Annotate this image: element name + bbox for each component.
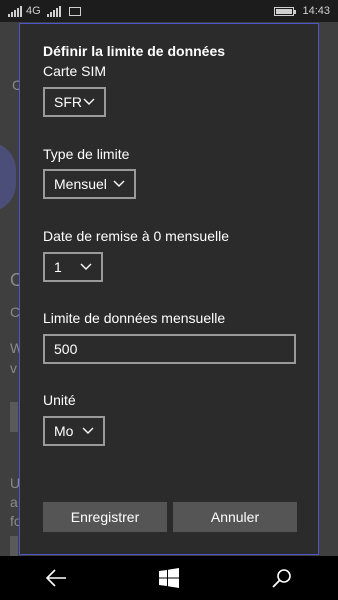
status-bar: 4G 14:43 xyxy=(0,0,338,22)
unit-value: Mo xyxy=(54,423,74,439)
chevron-down-icon xyxy=(113,180,125,187)
unit-select[interactable]: Mo xyxy=(43,416,105,446)
cancel-button[interactable]: Annuler xyxy=(173,502,297,532)
reset-date-select[interactable]: 1 xyxy=(43,252,103,282)
back-arrow-icon xyxy=(46,569,67,587)
save-button[interactable]: Enregistrer xyxy=(43,502,167,532)
start-button[interactable] xyxy=(149,558,189,598)
chevron-down-icon xyxy=(82,427,94,434)
signal-icon xyxy=(8,5,22,17)
data-limit-dialog: Définir la limite de données Carte SIM S… xyxy=(19,23,319,555)
message-icon xyxy=(68,6,81,16)
sim-card-label: Carte SIM xyxy=(43,63,107,79)
chevron-down-icon xyxy=(83,98,95,105)
background-avatar xyxy=(0,142,16,212)
search-button[interactable] xyxy=(262,558,302,598)
chevron-down-icon xyxy=(80,263,92,270)
monthly-limit-input[interactable] xyxy=(43,334,296,364)
battery-icon xyxy=(274,6,297,16)
clock: 14:43 xyxy=(302,5,330,17)
dialog-title: Définir la limite de données xyxy=(43,43,226,59)
network-type: 4G xyxy=(26,5,41,17)
limit-type-select[interactable]: Mensuel xyxy=(43,169,136,199)
sim-card-select[interactable]: SFR xyxy=(43,87,106,117)
windows-start-icon xyxy=(158,568,179,588)
reset-date-value: 1 xyxy=(54,259,62,275)
background-text: v xyxy=(10,360,17,376)
search-icon xyxy=(272,569,291,588)
background-box xyxy=(10,402,18,432)
background-box xyxy=(10,536,18,556)
limit-type-value: Mensuel xyxy=(54,176,107,192)
unit-label: Unité xyxy=(43,392,76,408)
limit-type-label: Type de limite xyxy=(43,146,130,162)
navigation-bar xyxy=(0,556,338,600)
sim-card-value: SFR xyxy=(54,94,82,110)
monthly-limit-label: Limite de données mensuelle xyxy=(43,310,226,326)
signal-icon xyxy=(46,5,61,17)
back-button[interactable] xyxy=(36,558,76,598)
background-text: a xyxy=(10,494,18,510)
reset-date-label: Date de remise à 0 mensuelle xyxy=(43,228,229,244)
